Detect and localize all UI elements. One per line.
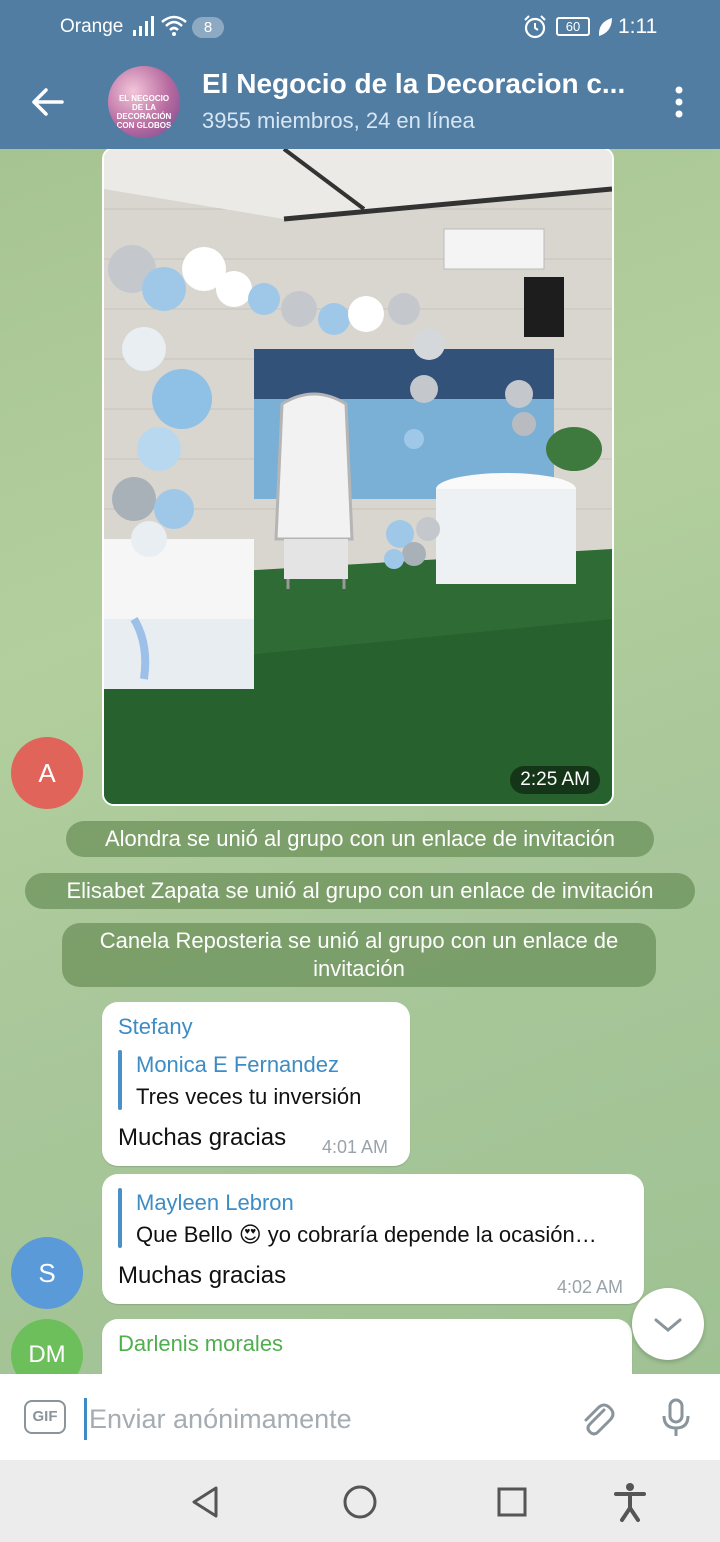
message-bubble[interactable]: Mayleen Lebron Que Bello 😍 yo cobraría d… xyxy=(102,1174,644,1304)
leaf-icon xyxy=(598,18,612,36)
recents-square-icon[interactable] xyxy=(490,1480,534,1524)
reply-author[interactable]: Mayleen Lebron xyxy=(136,1190,294,1216)
more-vertical-icon[interactable] xyxy=(664,82,694,122)
group-avatar-logo-text: EL NEGOCIO DE LA DECORACIÓN CON GLOBOS xyxy=(116,94,172,130)
message-text: Muchas gracias xyxy=(118,1262,287,1289)
service-message: Elisabet Zapata se unió al grupo con un … xyxy=(25,873,695,909)
notification-count-badge: 8 xyxy=(192,17,224,38)
message-input[interactable] xyxy=(84,1398,561,1440)
message-sender[interactable]: Stefany xyxy=(118,1014,193,1040)
chat-member-status: 3955 miembros, 24 en línea xyxy=(202,108,475,133)
service-message: Canela Reposteria se unió al grupo con u… xyxy=(62,923,656,987)
message-sender[interactable]: Darlenis morales xyxy=(118,1331,283,1357)
message-bubble[interactable]: Darlenis morales xyxy=(102,1319,632,1374)
service-message-text: Alondra se unió al grupo con un enlace d… xyxy=(104,826,616,851)
service-message: Alondra se unió al grupo con un enlace d… xyxy=(66,821,654,857)
photo-message-time: 2:25 AM xyxy=(510,766,600,794)
decoration-photo xyxy=(104,149,612,804)
chat-messages-area[interactable]: 2:25 AM A Alondra se unió al grupo con u… xyxy=(0,149,720,1374)
status-bar: Orange 8 60 1:11 xyxy=(0,0,720,54)
signal-icon xyxy=(133,16,154,36)
back-triangle-icon[interactable] xyxy=(184,1480,228,1524)
avatar-initial: A xyxy=(38,758,56,788)
avatar-initial: S xyxy=(38,1258,56,1288)
avatar[interactable]: A xyxy=(11,737,83,809)
scroll-down-button[interactable] xyxy=(632,1288,704,1360)
microphone-icon[interactable] xyxy=(656,1396,696,1440)
service-message-text: Canela Reposteria se unió al grupo con u… xyxy=(99,928,619,981)
reply-quote-bar xyxy=(118,1188,122,1248)
service-message-text: Elisabet Zapata se unió al grupo con un … xyxy=(66,878,654,903)
system-navigation-bar xyxy=(0,1460,720,1542)
reply-text[interactable]: Que Bello 😍 yo cobraría depende la ocasi… xyxy=(136,1222,628,1248)
reply-author[interactable]: Monica E Fernandez xyxy=(136,1052,339,1078)
avatar[interactable]: S xyxy=(11,1237,83,1309)
accessibility-icon[interactable] xyxy=(608,1480,652,1524)
carrier-name: Orange xyxy=(60,16,124,37)
clock-time: 1:11 xyxy=(618,15,658,38)
message-time: 4:02 AM xyxy=(557,1277,624,1297)
message-time: 4:01 AM xyxy=(322,1137,389,1157)
home-circle-icon[interactable] xyxy=(338,1480,382,1524)
alarm-icon xyxy=(524,15,546,39)
message-bubble[interactable]: Stefany Monica E Fernandez Tres veces tu… xyxy=(102,1002,410,1166)
wifi-icon xyxy=(161,15,187,36)
avatar-initial: DM xyxy=(28,1341,66,1368)
message-input-bar: GIF xyxy=(0,1374,720,1460)
avatar[interactable]: DM xyxy=(11,1319,83,1374)
battery-icon: 60 xyxy=(556,17,590,36)
group-avatar[interactable]: EL NEGOCIO DE LA DECORACIÓN CON GLOBOS xyxy=(108,66,180,138)
message-text: Muchas gracias xyxy=(118,1124,287,1151)
gif-icon[interactable]: GIF xyxy=(24,1400,66,1434)
reply-text[interactable]: Tres veces tu inversión xyxy=(136,1084,361,1110)
chat-title[interactable]: El Negocio de la Decoracion c... xyxy=(202,68,652,100)
photo-message[interactable]: 2:25 AM xyxy=(102,149,614,806)
chevron-down-icon xyxy=(654,1318,682,1332)
chat-header: EL NEGOCIO DE LA DECORACIÓN CON GLOBOS E… xyxy=(0,54,720,149)
reply-quote-bar xyxy=(118,1050,122,1110)
arrow-left-icon[interactable] xyxy=(26,82,70,122)
paperclip-icon[interactable] xyxy=(576,1396,616,1440)
